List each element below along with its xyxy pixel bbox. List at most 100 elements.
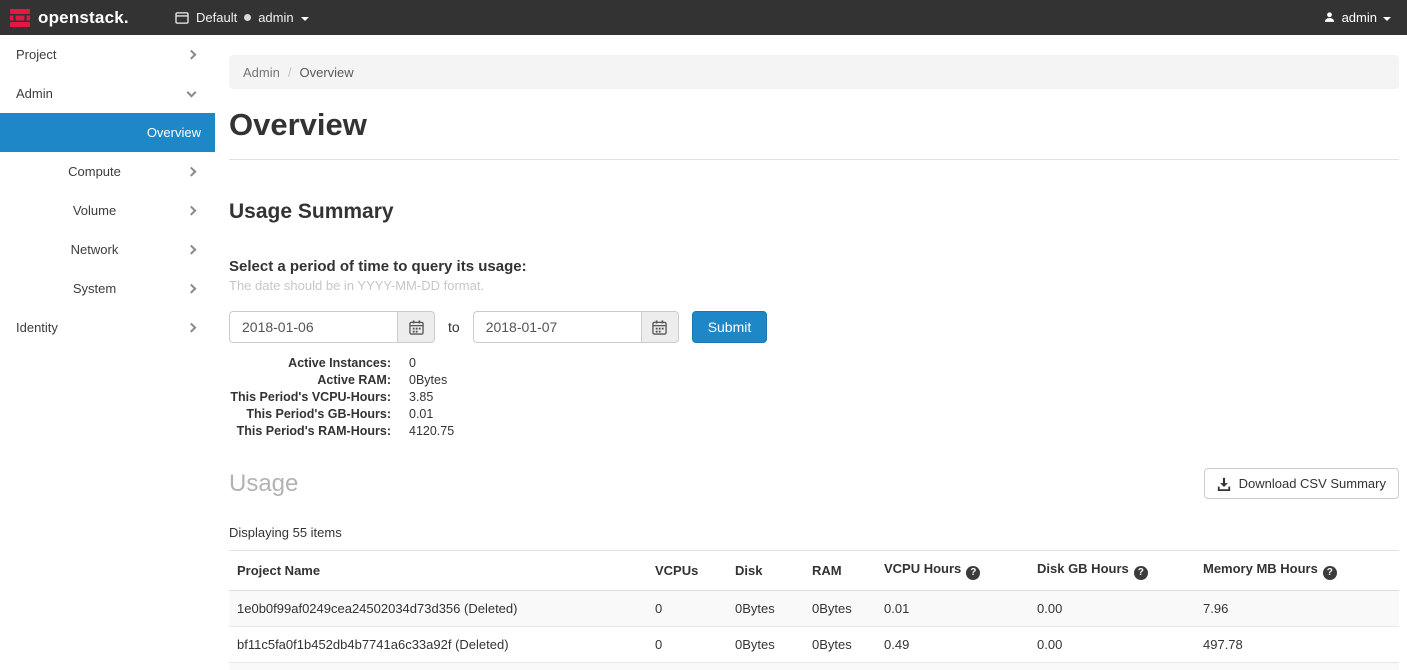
cell-vcpus: 0 xyxy=(647,590,727,626)
column-label: Project Name xyxy=(237,563,320,578)
table-row: bf11c5fa0f1b452db4b7741a6c33a92f (Delete… xyxy=(229,626,1399,662)
cell-disk: 0Bytes xyxy=(727,662,804,670)
stat-label: This Period's VCPU-Hours: xyxy=(229,389,391,406)
context-separator-dot xyxy=(244,14,251,21)
usage-section-header: Usage Download CSV Summary xyxy=(229,468,1399,499)
context-project-label: admin xyxy=(258,10,293,25)
caret-down-icon xyxy=(1383,17,1391,21)
sidebar-item-volume[interactable]: Volume xyxy=(0,191,215,230)
sidebar: Project Admin Overview Compute Volume Ne… xyxy=(0,35,215,670)
chevron-right-icon xyxy=(187,49,197,59)
column-label: VCPU Hours xyxy=(884,561,961,576)
stat-value: 3.85 xyxy=(409,389,433,406)
column-label: RAM xyxy=(812,563,842,578)
date-from-group xyxy=(229,311,435,343)
context-switcher[interactable]: Default admin xyxy=(175,10,309,25)
page-title: Overview xyxy=(229,105,1399,145)
column-memory-mb-hours: Memory MB Hours? xyxy=(1195,551,1399,591)
topbar: openstack. Default admin admin xyxy=(0,0,1407,35)
download-icon xyxy=(1217,477,1231,491)
items-count: Displaying 55 items xyxy=(229,525,1399,540)
column-ram: RAM xyxy=(804,551,876,591)
chevron-down-icon xyxy=(187,87,197,97)
help-icon[interactable]: ? xyxy=(966,566,980,580)
cell-disk-gb-hours: 0.00 xyxy=(1029,590,1195,626)
table-row: ea1f2f357c09465eb6991edf7079efbe (Delete… xyxy=(229,662,1399,670)
cell-vcpu-hours: 0.01 xyxy=(876,590,1029,626)
stat-label: This Period's GB-Hours: xyxy=(229,406,391,423)
column-disk-gb-hours: Disk GB Hours? xyxy=(1029,551,1195,591)
sidebar-item-identity[interactable]: Identity xyxy=(0,308,215,347)
sidebar-item-label: Network xyxy=(0,242,215,257)
cell-memory-mb-hours: 110.93 xyxy=(1195,662,1399,670)
openstack-logo-icon xyxy=(9,7,31,29)
stat-gb-hours: This Period's GB-Hours: 0.01 xyxy=(229,406,1399,423)
cell-memory-mb-hours: 497.78 xyxy=(1195,626,1399,662)
breadcrumb-separator: / xyxy=(288,65,292,80)
sidebar-item-project[interactable]: Project xyxy=(0,35,215,74)
download-csv-button[interactable]: Download CSV Summary xyxy=(1204,468,1399,499)
usage-summary-heading: Usage Summary xyxy=(229,200,1399,224)
stat-label: This Period's RAM-Hours: xyxy=(229,423,391,440)
submit-button[interactable]: Submit xyxy=(692,311,768,343)
sidebar-item-admin[interactable]: Admin xyxy=(0,74,215,113)
sidebar-item-label: System xyxy=(0,281,215,296)
usage-stats: Active Instances: 0 Active RAM: 0Bytes T… xyxy=(229,355,1399,440)
stat-value: 0.01 xyxy=(409,406,433,423)
sidebar-item-overview[interactable]: Overview xyxy=(0,113,215,152)
chevron-right-icon xyxy=(187,322,197,332)
cell-vcpu-hours: 0.49 xyxy=(876,626,1029,662)
column-label: Memory MB Hours xyxy=(1203,561,1318,576)
breadcrumb-current: Overview xyxy=(299,65,353,80)
sidebar-item-compute[interactable]: Compute xyxy=(0,152,215,191)
help-icon[interactable]: ? xyxy=(1323,566,1337,580)
cell-ram: 0Bytes xyxy=(804,590,876,626)
domain-icon xyxy=(175,12,189,24)
calendar-button[interactable] xyxy=(397,311,435,343)
cell-vcpus: 0 xyxy=(647,662,727,670)
sidebar-item-network[interactable]: Network xyxy=(0,230,215,269)
cell-disk: 0Bytes xyxy=(727,590,804,626)
cell-project-name: bf11c5fa0f1b452db4b7741a6c33a92f (Delete… xyxy=(229,626,647,662)
column-vcpu-hours: VCPU Hours? xyxy=(876,551,1029,591)
cell-disk: 0Bytes xyxy=(727,626,804,662)
cell-disk-gb-hours: 0.00 xyxy=(1029,626,1195,662)
stat-label: Active RAM: xyxy=(229,372,391,389)
usage-heading: Usage xyxy=(229,470,298,498)
sidebar-item-label: Project xyxy=(0,47,56,62)
cell-ram: 0Bytes xyxy=(804,662,876,670)
stat-ram-hours: This Period's RAM-Hours: 4120.75 xyxy=(229,423,1399,440)
column-label: Disk GB Hours xyxy=(1037,561,1129,576)
calendar-button[interactable] xyxy=(641,311,679,343)
sidebar-item-label: Compute xyxy=(0,164,215,179)
cell-vcpus: 0 xyxy=(647,626,727,662)
date-to-input[interactable] xyxy=(473,311,641,343)
stat-label: Active Instances: xyxy=(229,355,391,372)
table-row: 1e0b0f99af0249cea24502034d73d356 (Delete… xyxy=(229,590,1399,626)
breadcrumb-admin-link[interactable]: Admin xyxy=(243,65,280,80)
user-menu[interactable]: admin xyxy=(1323,10,1407,25)
user-label: admin xyxy=(1342,10,1377,25)
sidebar-item-label: Volume xyxy=(0,203,215,218)
stat-active-ram: Active RAM: 0Bytes xyxy=(229,372,1399,389)
column-label: VCPUs xyxy=(655,563,698,578)
to-label: to xyxy=(448,319,460,335)
table-header-row: Project Name VCPUs Disk RAM VCPU Hours? … xyxy=(229,551,1399,591)
date-range-form: to Submit xyxy=(229,311,1399,343)
stat-vcpu-hours: This Period's VCPU-Hours: 3.85 xyxy=(229,389,1399,406)
caret-down-icon xyxy=(301,17,309,21)
stat-value: 0 xyxy=(409,355,416,372)
usage-table: Project Name VCPUs Disk RAM VCPU Hours? … xyxy=(229,550,1399,670)
date-from-input[interactable] xyxy=(229,311,397,343)
user-icon xyxy=(1323,11,1336,24)
download-csv-label: Download CSV Summary xyxy=(1239,476,1386,491)
stat-active-instances: Active Instances: 0 xyxy=(229,355,1399,372)
help-icon[interactable]: ? xyxy=(1134,566,1148,580)
cell-disk-gb-hours: 0.00 xyxy=(1029,662,1195,670)
cell-vcpu-hours: 0.11 xyxy=(876,662,1029,670)
stat-value: 4120.75 xyxy=(409,423,454,440)
column-label: Disk xyxy=(735,563,762,578)
sidebar-item-system[interactable]: System xyxy=(0,269,215,308)
column-vcpus: VCPUs xyxy=(647,551,727,591)
stat-value: 0Bytes xyxy=(409,372,447,389)
